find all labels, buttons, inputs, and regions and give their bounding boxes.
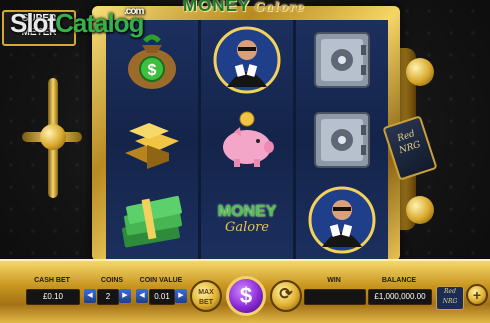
- brand-tag-label: Red NRG: [396, 129, 422, 157]
- coins-increase-button[interactable]: ▶: [119, 289, 131, 303]
- reel-3: [296, 20, 388, 260]
- cash-bet-field: £0.10: [26, 289, 80, 305]
- symbol-mr-money: [201, 20, 293, 100]
- reel-1: $: [106, 20, 198, 260]
- mr-money-portrait-icon: [213, 26, 281, 94]
- win-label: WIN: [327, 277, 341, 284]
- watermark: SlotCatalog .com: [10, 6, 144, 39]
- autoplay-button[interactable]: ⟳: [270, 280, 302, 312]
- game-logo-sub: Galore: [254, 0, 305, 14]
- reel-grid: $ MONEY Galore: [106, 20, 388, 260]
- hinge-knob: [406, 58, 434, 86]
- vault-wheel: [22, 78, 82, 198]
- menu-plus-button[interactable]: +: [466, 284, 488, 306]
- watermark-domain: .com: [124, 6, 144, 17]
- symbol-gold-bars: [106, 100, 198, 180]
- spin-button[interactable]: $: [226, 276, 266, 316]
- safe-icon: [314, 32, 370, 88]
- mr-money-portrait-icon: [308, 186, 376, 254]
- symbol-cash-stack: [106, 180, 198, 260]
- reel-logo-sub: Galore: [224, 220, 269, 235]
- reel-2: MONEY Galore: [201, 20, 293, 260]
- coins-field: 2: [97, 289, 119, 305]
- coin-value-field: 0.01: [149, 289, 175, 305]
- symbol-safe: [296, 100, 388, 180]
- hinge-knob: [406, 196, 434, 224]
- game-logo-main: MONEY: [183, 0, 251, 15]
- coins-label: COINS: [100, 277, 124, 284]
- reel-logo-main: MONEY: [217, 203, 277, 220]
- watermark-slot: Slot: [10, 8, 56, 38]
- symbol-safe: [296, 20, 388, 100]
- svg-text:$: $: [148, 62, 157, 79]
- gold-bars-icon: [125, 123, 179, 169]
- coin-value-increase-button[interactable]: ▶: [175, 289, 187, 303]
- cash-stack-icon: [122, 195, 182, 248]
- win-field: [304, 289, 366, 305]
- symbol-mr-money: [296, 180, 388, 260]
- autoplay-icon: ⟳: [279, 286, 293, 303]
- red-nrg-logo: Red NRG: [436, 286, 464, 310]
- symbol-money-galore-logo: MONEY Galore: [201, 180, 293, 260]
- max-bet-button[interactable]: MAX BET: [190, 280, 222, 312]
- balance-field: £1,000,000.00: [368, 289, 432, 305]
- coin-value-label: COIN VALUE: [139, 277, 183, 284]
- game-logo: MONEY Galore: [174, 0, 314, 18]
- cash-bet-label: CASH BET: [34, 277, 70, 284]
- piggy-bank-icon: [223, 111, 274, 167]
- safe-icon: [314, 112, 370, 168]
- balance-label: BALANCE: [381, 277, 417, 284]
- symbol-piggy-bank: [201, 100, 293, 180]
- coins-decrease-button[interactable]: ◀: [84, 289, 96, 303]
- coin-value-decrease-button[interactable]: ◀: [136, 289, 148, 303]
